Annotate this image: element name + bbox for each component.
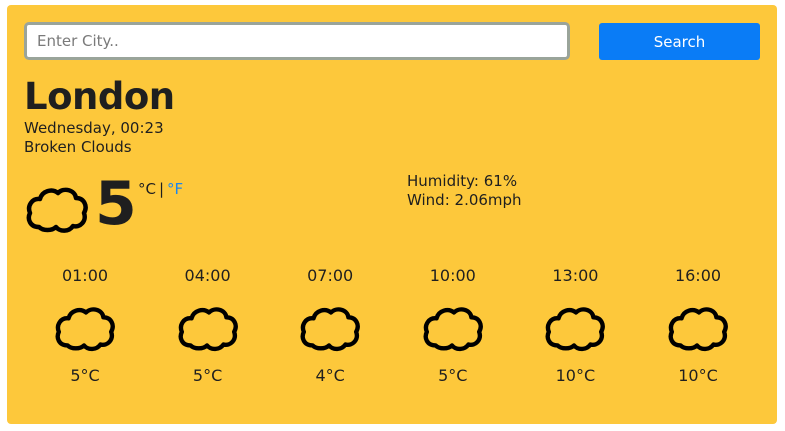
forecast-temperature: 4°C [315,366,345,385]
forecast-temperature: 5°C [192,366,223,385]
city-search-input[interactable] [24,22,570,60]
fahrenheit-unit-link[interactable]: °F [167,180,183,198]
forecast-time: 01:00 [61,266,109,285]
forecast-item: 13:00 10°C [514,262,636,392]
forecast-item: 16:00 10°C [637,262,759,392]
weather-card: Search London Wednesday, 00:23 Broken Cl… [7,5,777,424]
forecast-temperature: 10°C [555,366,596,385]
forecast-item: 04:00 5°C [147,262,269,392]
forecast-time: 10:00 [429,266,476,285]
humidity-value: Humidity: 61% [407,172,518,190]
forecast-temperature: 5°C [70,366,100,385]
cloud-icon [25,183,89,235]
weather-condition: Broken Clouds [24,138,132,156]
search-button[interactable]: Search [599,23,760,60]
forecast-time: 13:00 [552,266,599,285]
celsius-unit[interactable]: °C [138,180,156,198]
cloud-icon [299,302,361,354]
forecast-time: 04:00 [184,266,231,285]
forecast-time: 16:00 [674,266,722,285]
cloud-icon [422,302,484,354]
forecast-item: 10:00 5°C [392,262,514,392]
date-time: Wednesday, 00:23 [24,119,164,137]
cloud-icon [177,302,239,354]
forecast-time: 07:00 [307,266,354,285]
forecast-temperature: 5°C [438,366,468,385]
unit-separator: | [158,180,165,198]
current-temperature: 5 [95,169,137,239]
cloud-icon [54,302,116,354]
cloud-icon [667,302,729,354]
forecast-temperature: 10°C [678,366,718,385]
city-name: London [24,75,175,118]
wind-value: Wind: 2.06mph [407,191,522,209]
cloud-icon [544,302,606,354]
hourly-forecast: 01:00 5°C 04:00 5°C 07:00 4°C 10:00 5°C 13:00 10°… [24,262,774,402]
unit-toggle: °C | °F [138,179,183,199]
forecast-item: 07:00 4°C [269,262,391,392]
forecast-item: 01:00 5°C [24,262,146,392]
